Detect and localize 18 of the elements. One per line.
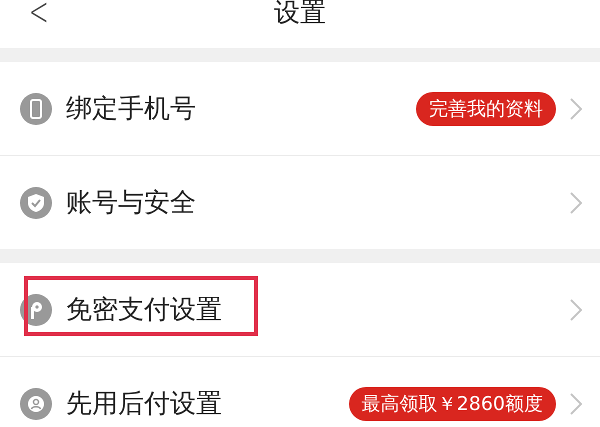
settings-item[interactable]: 绑定手机号 完善我的资料 [0, 62, 600, 156]
settings-item[interactable]: 先用后付设置 最高领取￥2860额度 [0, 357, 600, 427]
shield-check-icon [20, 186, 52, 218]
item-label: 账号与安全 [66, 187, 197, 220]
chevron-right-icon [570, 298, 582, 320]
phone-icon [20, 92, 52, 124]
settings-item[interactable]: 账号与安全 [0, 156, 600, 249]
promo-badge: 最高领取￥2860额度 [348, 386, 556, 420]
chevron-right-icon [570, 98, 582, 120]
promo-badge: 完善我的资料 [416, 92, 556, 126]
page-title: 设置 [274, 0, 326, 30]
back-button[interactable]: < [28, 0, 49, 34]
chevron-right-icon [570, 392, 582, 414]
settings-item[interactable]: 免密支付设置 [0, 263, 600, 357]
chevron-right-icon [570, 192, 582, 214]
item-label: 先用后付设置 [66, 388, 223, 421]
item-label: 免密支付设置 [66, 294, 223, 327]
item-label: 绑定手机号 [66, 93, 197, 126]
